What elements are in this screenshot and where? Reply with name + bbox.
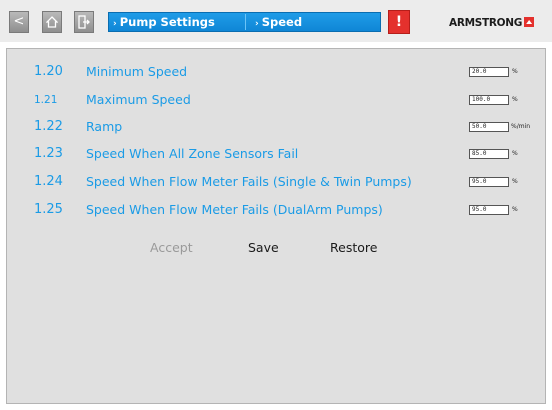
chevron-right-icon: › (255, 19, 259, 29)
ramp-input[interactable]: 50.0 (469, 122, 509, 132)
setting-unit: % (512, 68, 518, 75)
brand-mark-icon (524, 17, 535, 27)
breadcrumb: › Pump Settings › Speed (108, 12, 381, 32)
breadcrumb-divider (245, 14, 246, 30)
setting-row-1-23: 1.23 Speed When All Zone Sensors Fail 85… (7, 145, 545, 163)
home-icon (45, 16, 59, 28)
minimum-speed-input[interactable]: 20.0 (469, 67, 509, 77)
setting-unit: % (512, 96, 518, 103)
brand-name: ARMSTRONG (449, 17, 523, 29)
breadcrumb-pump-settings[interactable]: › Pump Settings (113, 13, 215, 31)
home-button[interactable] (42, 11, 62, 33)
setting-row-1-21: 1.21 Maximum Speed 100.0 % (7, 91, 545, 109)
setting-label: Minimum Speed (86, 64, 188, 79)
setting-number: 1.20 (34, 64, 63, 79)
flow-meter-fail-single-twin-input[interactable]: 95.0 (469, 177, 509, 187)
setting-number: 1.25 (34, 202, 63, 217)
setting-label: Ramp (86, 119, 123, 134)
brand-logo: ARMSTRONG (449, 17, 535, 31)
settings-panel: 1.20 Minimum Speed 20.0 % 1.21 Maximum S… (6, 48, 546, 404)
setting-unit: % (512, 178, 518, 185)
restore-button[interactable]: Restore (330, 239, 377, 257)
setting-row-1-24: 1.24 Speed When Flow Meter Fails (Single… (7, 173, 545, 191)
setting-label: Speed When Flow Meter Fails (Single & Tw… (86, 174, 412, 189)
setting-label: Speed When Flow Meter Fails (DualArm Pum… (86, 202, 383, 217)
action-bar: Accept Save Restore (7, 239, 545, 257)
alert-icon: ! (395, 14, 403, 30)
setting-label: Maximum Speed (86, 92, 191, 107)
setting-row-1-20: 1.20 Minimum Speed 20.0 % (7, 63, 545, 81)
setting-row-1-22: 1.22 Ramp 50.0 %/min (7, 118, 545, 136)
breadcrumb-label: Pump Settings (119, 15, 215, 29)
back-icon: < (13, 14, 25, 29)
zone-sensors-fail-speed-input[interactable]: 85.0 (469, 149, 509, 159)
breadcrumb-label: Speed (261, 15, 303, 29)
save-button[interactable]: Save (248, 239, 279, 257)
exit-icon (78, 15, 90, 29)
setting-number: 1.21 (34, 94, 58, 106)
back-button[interactable]: < (9, 11, 29, 33)
accept-button[interactable]: Accept (150, 239, 193, 257)
flow-meter-fail-dualarm-input[interactable]: 95.0 (469, 205, 509, 215)
setting-number: 1.22 (34, 119, 63, 134)
setting-unit: %/min (511, 123, 531, 130)
setting-unit: % (512, 150, 518, 157)
setting-number: 1.24 (34, 174, 63, 189)
top-bar: < › Pump Settings › Speed ! ARMSTRONG (0, 0, 552, 42)
maximum-speed-input[interactable]: 100.0 (469, 95, 509, 105)
setting-label: Speed When All Zone Sensors Fail (86, 146, 299, 161)
setting-unit: % (512, 206, 518, 213)
setting-row-1-25: 1.25 Speed When Flow Meter Fails (DualAr… (7, 201, 545, 219)
alarm-button[interactable]: ! (388, 10, 410, 34)
exit-button[interactable] (74, 11, 94, 33)
chevron-right-icon: › (113, 19, 117, 29)
setting-number: 1.23 (34, 146, 63, 161)
breadcrumb-speed[interactable]: › Speed (247, 13, 302, 31)
